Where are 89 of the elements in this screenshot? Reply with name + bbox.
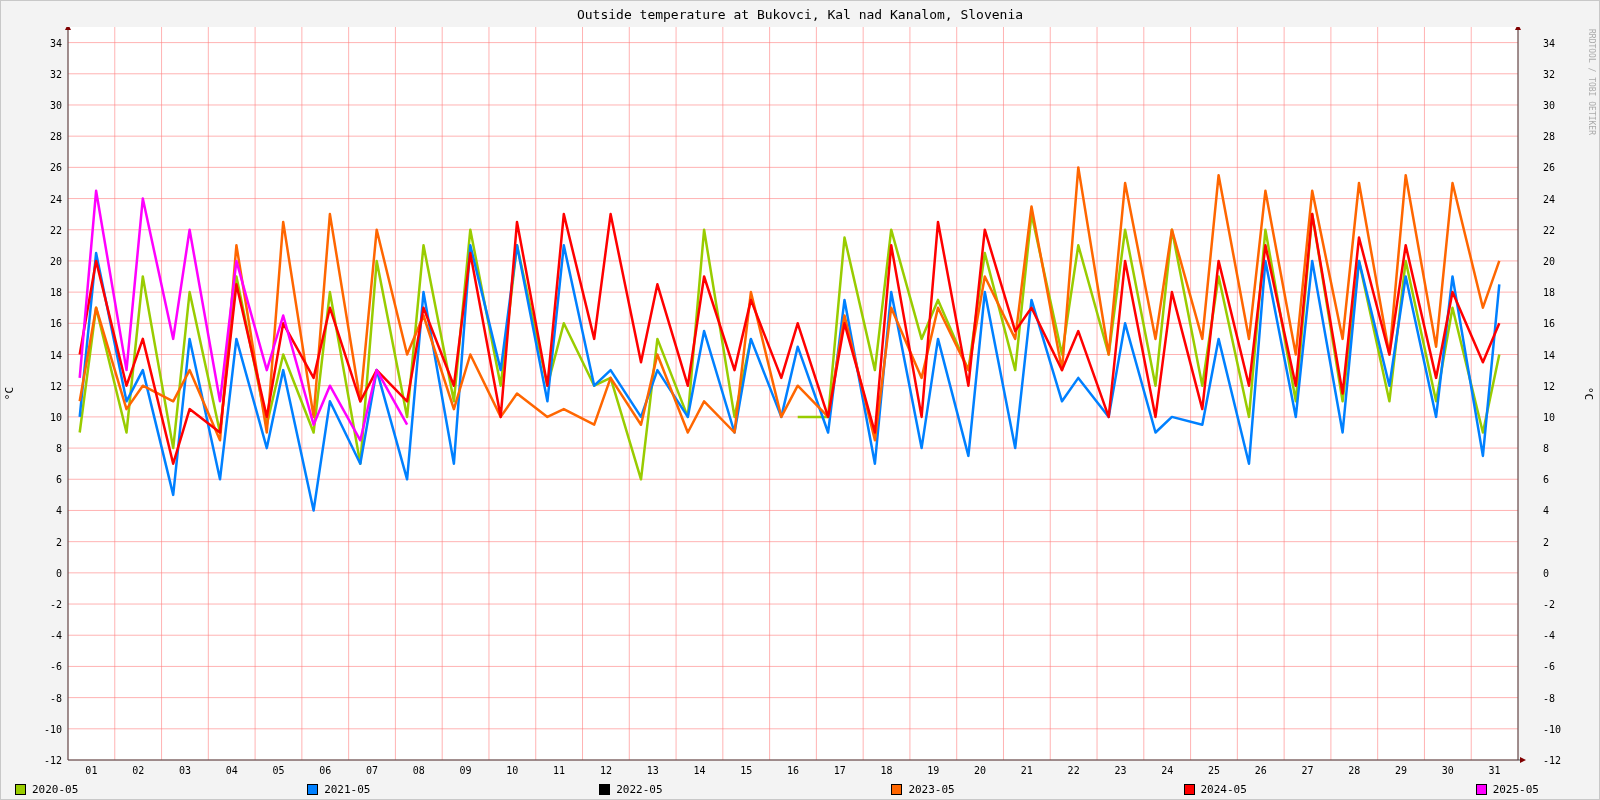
axis-tick-label: 26	[1543, 162, 1556, 174]
axis-tick-label: 31	[1488, 765, 1501, 776]
axis-tick-label: 23	[1114, 765, 1127, 776]
credit-text: RRDTOOL / TOBI OETIKER	[1587, 29, 1596, 135]
axis-tick-label: 34	[49, 37, 62, 49]
axis-tick-label: 20	[1543, 255, 1556, 267]
axis-tick-label: 07	[366, 765, 379, 776]
axis-tick-label: -4	[1543, 630, 1556, 642]
axis-tick-label: 24	[1543, 193, 1556, 205]
axis-tick-label: 28	[49, 131, 62, 143]
axis-tick-label: 14	[693, 765, 706, 776]
axis-tick-label: 02	[132, 765, 145, 776]
axis-tick-label: 04	[225, 765, 238, 776]
axis-tick-label: 13	[646, 765, 659, 776]
axis-tick-label: 10	[1543, 411, 1556, 423]
axis-tick-label: 14	[49, 349, 62, 361]
axis-tick-label: 15	[740, 765, 753, 776]
axis-tick-label: 08	[412, 765, 425, 776]
axis-tick-label: -12	[43, 755, 62, 766]
axis-tick-label: -6	[1543, 661, 1556, 673]
axis-tick-label: 30	[1543, 100, 1556, 111]
legend-label: 2025-05	[1492, 782, 1539, 796]
axis-tick-label: 30	[1441, 765, 1454, 776]
axis-tick-label: 26	[1254, 765, 1267, 776]
axis-tick-label: 14	[1543, 349, 1556, 361]
axis-tick-label: 17	[833, 765, 846, 776]
axis-tick-label: 12	[49, 380, 62, 392]
axis-tick-label: 28	[1348, 765, 1361, 776]
axis-tick-label: 0	[1543, 567, 1550, 579]
axis-tick-label: 10	[49, 411, 62, 423]
axis-tick-label: 28	[1543, 131, 1556, 143]
axis-tick-label: 18	[49, 287, 62, 299]
axis-tick-label: 22	[1543, 224, 1556, 236]
axis-tick-label: 2	[55, 536, 62, 548]
axis-tick-label: 16	[1543, 318, 1556, 330]
axis-tick-label: 11	[553, 765, 566, 776]
axis-tick-label: 05	[272, 765, 285, 776]
axis-tick-label: -6	[49, 661, 62, 673]
axis-tick-label: 21	[1020, 765, 1033, 776]
axis-tick-label: 16	[49, 318, 62, 330]
axis-tick-label: 26	[49, 162, 62, 174]
axis-tick-label: 8	[55, 443, 62, 455]
axis-tick-label: -8	[1543, 692, 1556, 704]
axis-tick-label: 30	[49, 100, 62, 111]
axis-tick-label: 03	[178, 765, 191, 776]
axis-tick-label: 34	[1543, 37, 1556, 49]
axis-tick-label: -10	[1543, 723, 1562, 735]
axis-tick-label: 0	[55, 567, 62, 579]
legend-label: 2020-05	[32, 782, 79, 796]
axis-tick-label: -4	[49, 630, 62, 642]
axis-tick-label: -10	[43, 723, 62, 735]
axis-label: °C	[1582, 386, 1595, 401]
axis-tick-label: 22	[49, 224, 62, 236]
axis-tick-label: 4	[55, 505, 62, 517]
axis-tick-label: 25	[1207, 765, 1220, 776]
axis-tick-label: 12	[1543, 380, 1556, 392]
axis-tick-label: 18	[1543, 287, 1556, 299]
legend-label: 2023-05	[908, 782, 955, 796]
axis-tick-label: -12	[1543, 755, 1562, 766]
axis-tick-label: -2	[1543, 599, 1556, 611]
axis-tick-label: 6	[55, 474, 62, 486]
axis-tick-label: 19	[927, 765, 940, 776]
axis-tick-label: 20	[49, 255, 62, 267]
axis-tick-label: 27	[1301, 765, 1314, 776]
legend-label: 2021-05	[324, 782, 371, 796]
axis-tick-label: -8	[49, 692, 62, 704]
axis-tick-label: 32	[49, 68, 62, 80]
axis-tick-label: 06	[319, 765, 332, 776]
legend-label: 2024-05	[1200, 782, 1247, 796]
legend-label: 2022-05	[616, 782, 663, 796]
axis-tick-label: 32	[1543, 68, 1556, 80]
axis-tick-label: 6	[1543, 474, 1550, 486]
axis-tick-label: 29	[1395, 765, 1408, 776]
axis-tick-label: 10	[506, 765, 519, 776]
axis-tick-label: 22	[1067, 765, 1080, 776]
axis-tick-label: 8	[1543, 443, 1550, 455]
axis-tick-label: -2	[49, 599, 62, 611]
axis-tick-label: 24	[1161, 765, 1174, 776]
axis-label: °C	[3, 386, 16, 401]
axis-tick-label: 2	[1543, 536, 1550, 548]
axis-tick-label: 24	[49, 193, 62, 205]
axis-tick-label: 20	[974, 765, 987, 776]
axis-tick-label: 12	[599, 765, 612, 776]
axis-tick-label: 01	[85, 765, 98, 776]
axis-tick-label: 18	[880, 765, 893, 776]
chart-title: Outside temperature at Bukovci, Kal nad Kanalom, Slovenia	[576, 6, 1024, 22]
axis-tick-label: 09	[459, 765, 472, 776]
axis-tick-label: 16	[787, 765, 799, 776]
axis-tick-label: 4	[1543, 505, 1550, 517]
